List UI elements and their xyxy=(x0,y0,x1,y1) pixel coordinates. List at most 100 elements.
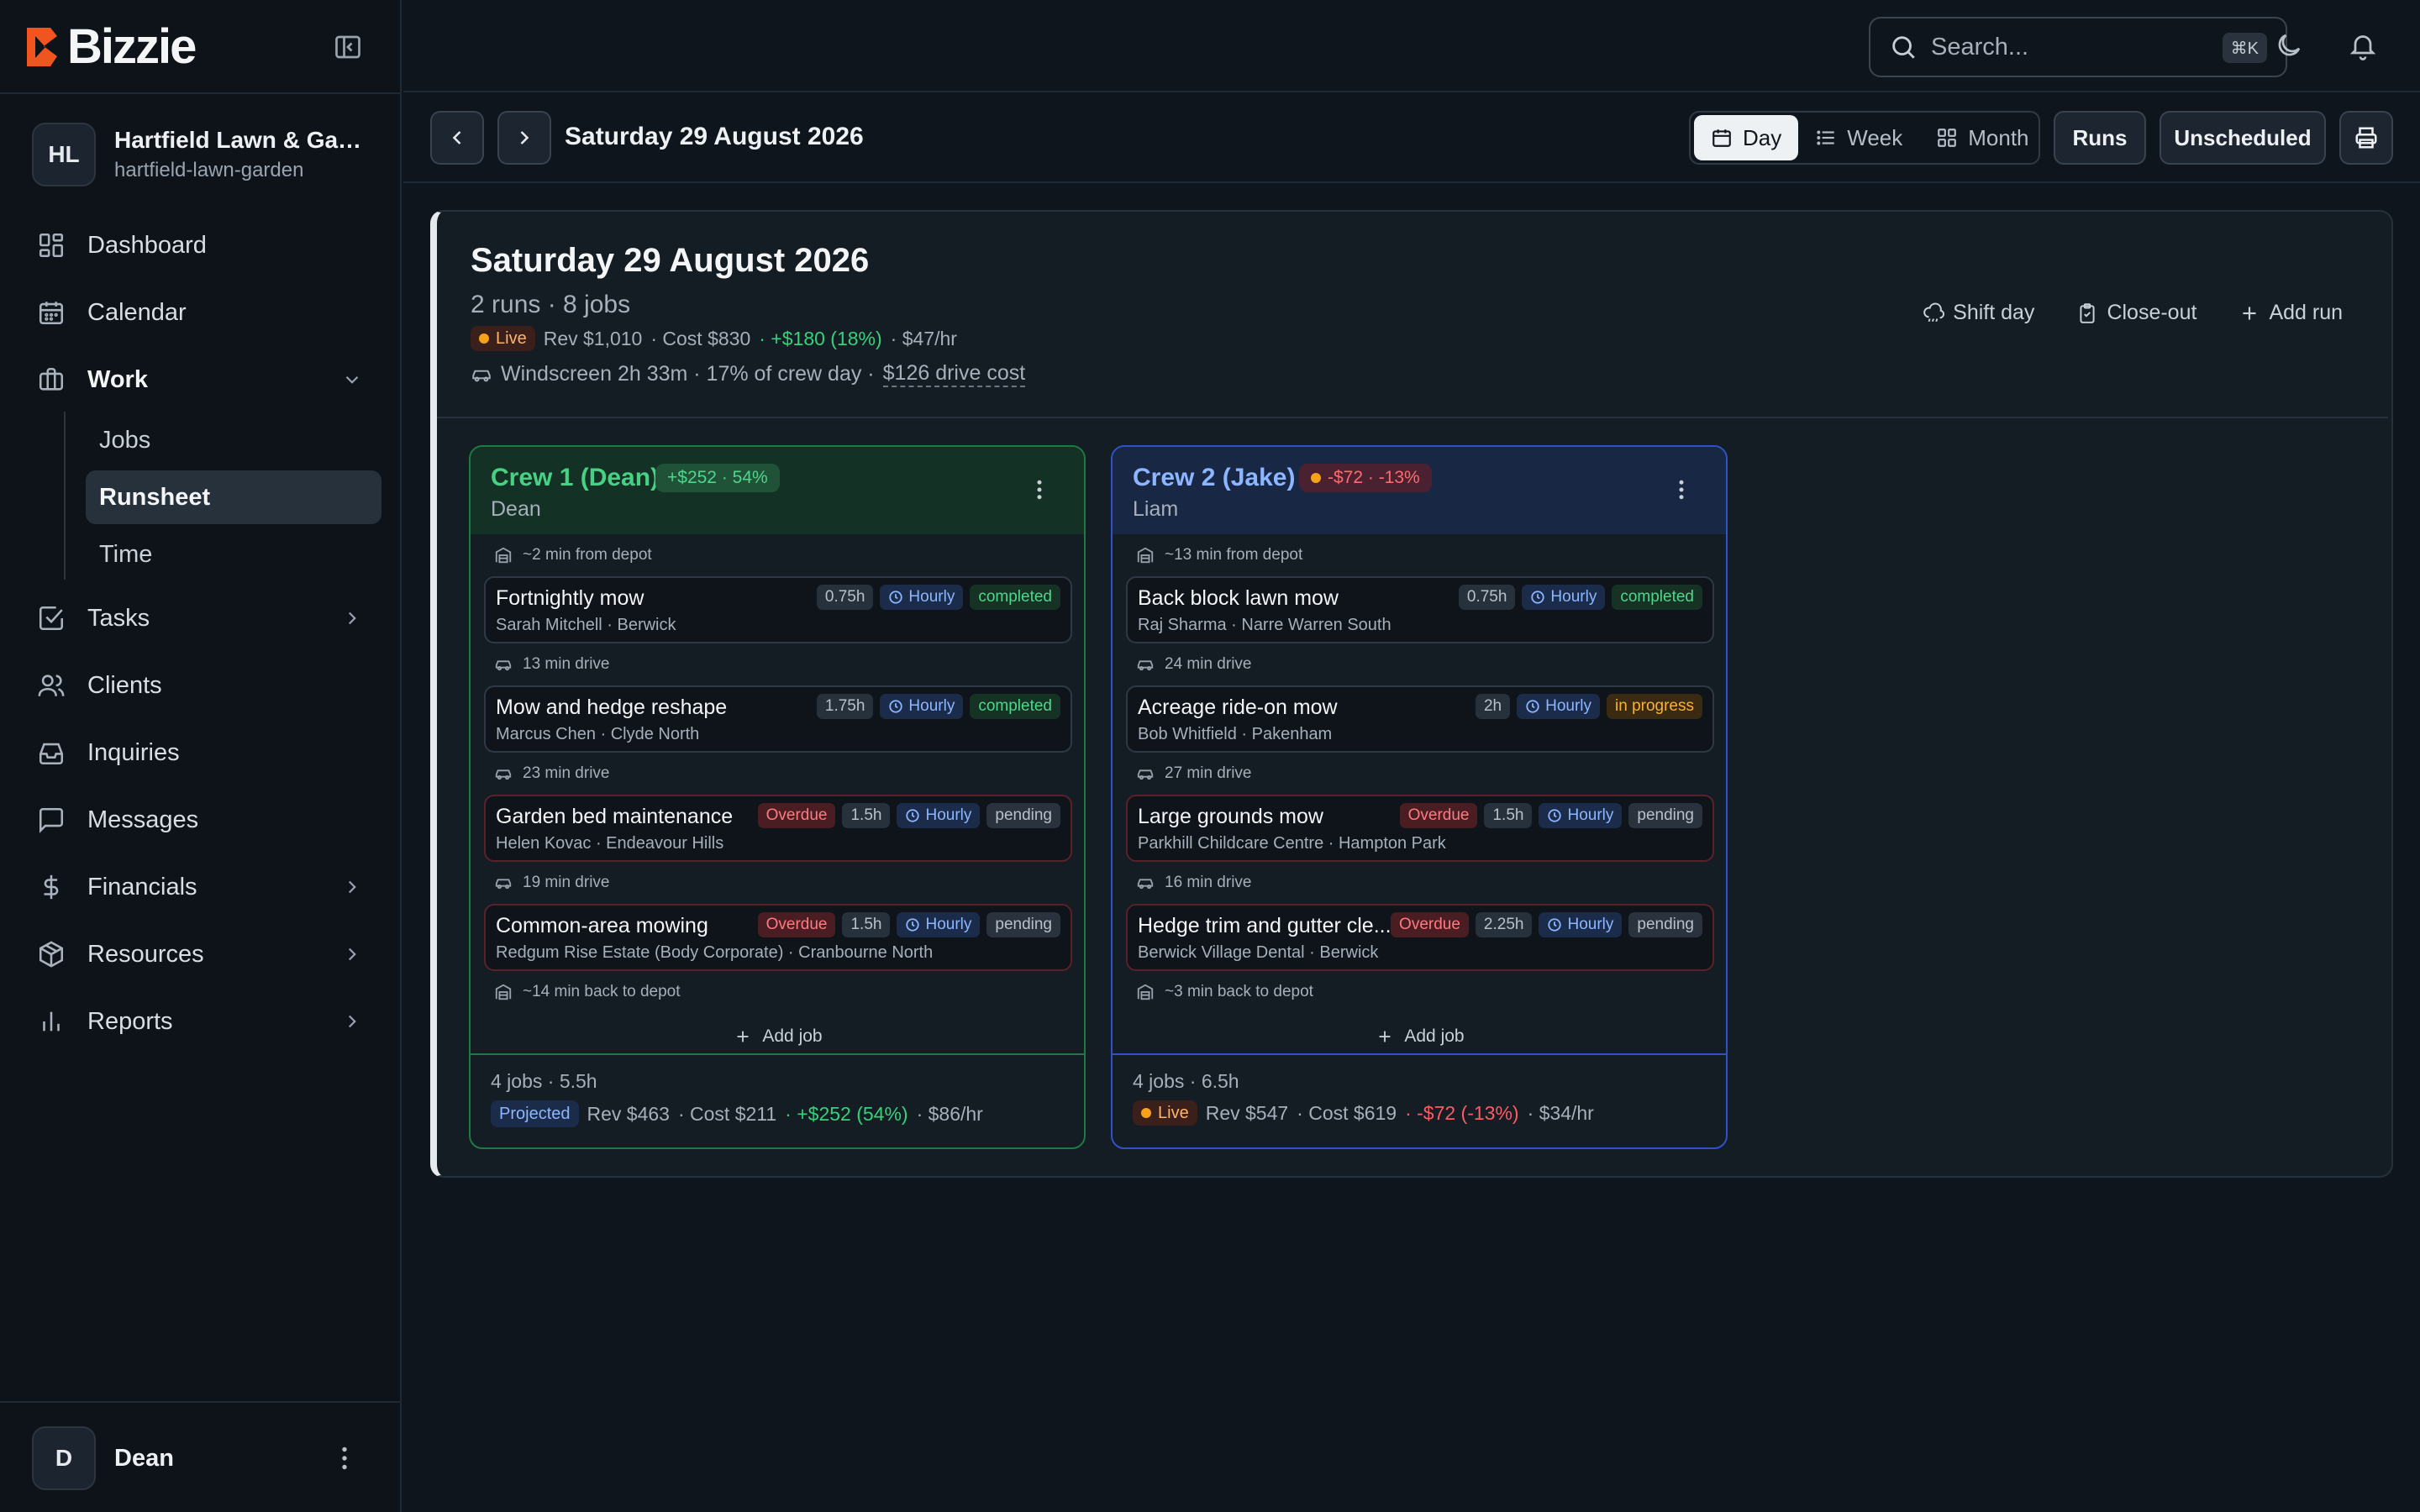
billing-tag: Hourly xyxy=(880,585,964,610)
view-day-button[interactable]: Day xyxy=(1694,115,1799,160)
warehouse-icon xyxy=(495,547,512,564)
crew-profit-pill: -$72 · -13% xyxy=(1299,464,1432,492)
crew-rate: · $34/hr xyxy=(1527,1101,1594,1124)
moon-icon[interactable] xyxy=(2274,30,2304,60)
day-divider xyxy=(437,417,2388,418)
nav-item-work[interactable]: Work xyxy=(37,353,373,407)
close-out-button[interactable]: Close-out xyxy=(2076,301,2196,325)
job-tags: 1.75h Hourly completed xyxy=(816,694,1060,719)
overdue-badge: Overdue xyxy=(757,912,836,937)
nav-label-messages: Messages xyxy=(87,806,199,833)
sidebar-item-jobs[interactable]: Jobs xyxy=(86,413,381,467)
depot-departure: ~13 min from depot xyxy=(1126,541,1714,570)
job-card[interactable]: Acreage ride-on mow Bob Whitfield · Pake… xyxy=(1126,685,1714,753)
day-card: Saturday 29 August 2026 2 runs · 8 jobs … xyxy=(430,210,2393,1178)
depot-return: ~3 min back to depot xyxy=(1126,978,1714,1006)
day-financials: Live Rev $1,010 · Cost $830 · +$180 (18%… xyxy=(471,326,957,351)
job-client: Helen Kovac · Endeavour Hills xyxy=(496,834,724,853)
crew-lead: Liam xyxy=(1133,497,1179,521)
job-card[interactable]: Hedge trim and gutter cle... Berwick Vil… xyxy=(1126,904,1714,971)
sidebar-item-runsheet[interactable]: Runsheet xyxy=(86,470,381,524)
job-card[interactable]: Back block lawn mow Raj Sharma · Narre W… xyxy=(1126,576,1714,643)
job-card[interactable]: Garden bed maintenance Helen Kovac · End… xyxy=(484,795,1072,862)
job-tags: Overdue 1.5h Hourly pending xyxy=(757,803,1060,828)
chevron-down-icon xyxy=(345,375,359,384)
shift-day-button[interactable]: Shift day xyxy=(1923,301,2034,325)
brand-logo[interactable]: Bizzie xyxy=(25,23,197,71)
sidebar: Bizzie HL Hartfield Lawn & Garden hartfi… xyxy=(0,0,402,1512)
users-icon xyxy=(38,675,65,696)
billing-label: Hourly xyxy=(1567,916,1614,933)
drive-time: 24 min drive xyxy=(1165,655,1252,673)
clock-icon xyxy=(1526,700,1539,713)
nav-item-inquiries[interactable]: Inquiries xyxy=(37,726,373,780)
nav-item-resources[interactable]: Resources xyxy=(37,927,373,981)
job-card[interactable]: Common-area mowing Redgum Rise Estate (B… xyxy=(484,904,1072,971)
next-day-button[interactable] xyxy=(497,111,551,165)
add-run-button[interactable]: Add run xyxy=(2238,301,2343,325)
nav-item-calendar[interactable]: Calendar xyxy=(37,286,373,339)
billing-label: Hourly xyxy=(1567,806,1614,824)
drive-cost[interactable]: $126 drive cost xyxy=(882,361,1026,387)
crew-summary: 4 jobs · 5.5h xyxy=(491,1070,597,1092)
job-title: Hedge trim and gutter cle... xyxy=(1138,914,1392,937)
user-profile[interactable]: D Dean xyxy=(32,1426,174,1490)
nav-label-work: Work xyxy=(87,365,148,393)
billing-tag: Hourly xyxy=(897,803,981,828)
view-month-button[interactable]: Month xyxy=(1919,115,2045,160)
search-icon xyxy=(1892,36,1915,59)
plus-icon xyxy=(2243,306,2257,320)
sidebar-collapse-icon[interactable] xyxy=(333,32,363,62)
nav-item-financials[interactable]: Financials xyxy=(37,860,373,914)
nav-label-reports: Reports xyxy=(87,1007,173,1035)
day-actions: Shift day Close-out Add run xyxy=(1923,301,2343,325)
chevron-right-icon xyxy=(348,612,356,625)
nav-label-inquiries: Inquiries xyxy=(87,738,180,766)
drive-segment: 23 min drive xyxy=(484,759,1072,788)
more-vertical-icon[interactable] xyxy=(1027,477,1052,502)
job-card[interactable]: Fortnightly mow Sarah Mitchell · Berwick… xyxy=(484,576,1072,643)
prev-day-button[interactable] xyxy=(430,111,484,165)
search-input[interactable]: Search... ⌘K xyxy=(1869,17,2287,77)
bar-chart-icon xyxy=(43,1011,60,1032)
crew-name[interactable]: Crew 2 (Jake) xyxy=(1133,464,1295,492)
crew-name[interactable]: Crew 1 (Dean) xyxy=(491,464,659,492)
more-vertical-icon[interactable] xyxy=(1669,477,1694,502)
print-button[interactable] xyxy=(2339,111,2393,165)
windscreen-text: Windscreen 2h 33m · 17% of crew day · xyxy=(501,362,875,386)
clock-icon xyxy=(1548,918,1562,932)
bell-icon[interactable] xyxy=(2348,30,2378,60)
sidebar-item-time[interactable]: Time xyxy=(86,528,381,581)
nav-item-clients[interactable]: Clients xyxy=(37,659,373,712)
runs-button[interactable]: Runs xyxy=(2054,111,2146,165)
nav-item-reports[interactable]: Reports xyxy=(37,995,373,1048)
billing-tag: Hourly xyxy=(1539,803,1623,828)
job-title: Acreage ride-on mow xyxy=(1138,696,1338,719)
nav-item-messages[interactable]: Messages xyxy=(37,793,373,847)
billing-tag: Hourly xyxy=(1539,912,1623,937)
crew-footer: 4 jobs · 6.5h Live Rev $547 · Cost $619 … xyxy=(1113,1053,1726,1147)
duration-tag: 2h xyxy=(1475,694,1511,719)
job-title: Back block lawn mow xyxy=(1138,586,1339,610)
nav-item-dashboard[interactable]: Dashboard xyxy=(37,218,373,272)
org-switcher[interactable]: HL Hartfield Lawn & Garden hartfield-law… xyxy=(32,123,366,186)
crew-cost: · Cost $211 xyxy=(677,1102,777,1125)
crew-profit: · +$252 (54%) xyxy=(785,1102,908,1125)
job-card[interactable]: Large grounds mow Parkhill Childcare Cen… xyxy=(1126,795,1714,862)
view-week-button[interactable]: Week xyxy=(1798,115,1919,160)
add-job-label: Add job xyxy=(762,1026,823,1046)
more-vertical-icon[interactable] xyxy=(329,1443,360,1473)
nav-label-clients: Clients xyxy=(87,671,162,699)
list-icon xyxy=(1817,130,1834,145)
job-card[interactable]: Mow and hedge reshape Marcus Chen · Clyd… xyxy=(484,685,1072,753)
live-label: Live xyxy=(1158,1103,1189,1122)
job-client: Bob Whitfield · Pakenham xyxy=(1138,725,1333,743)
duration-tag: 1.5h xyxy=(842,803,891,828)
shift-day-label: Shift day xyxy=(1953,301,2035,324)
status-badge: pending xyxy=(986,912,1060,937)
crew-profit: · -$72 (-13%) xyxy=(1405,1101,1519,1124)
drive-segment: 16 min drive xyxy=(1126,869,1714,897)
nav-item-tasks[interactable]: Tasks xyxy=(37,591,373,645)
unscheduled-button[interactable]: Unscheduled xyxy=(2160,111,2326,165)
clock-icon xyxy=(1548,809,1562,822)
